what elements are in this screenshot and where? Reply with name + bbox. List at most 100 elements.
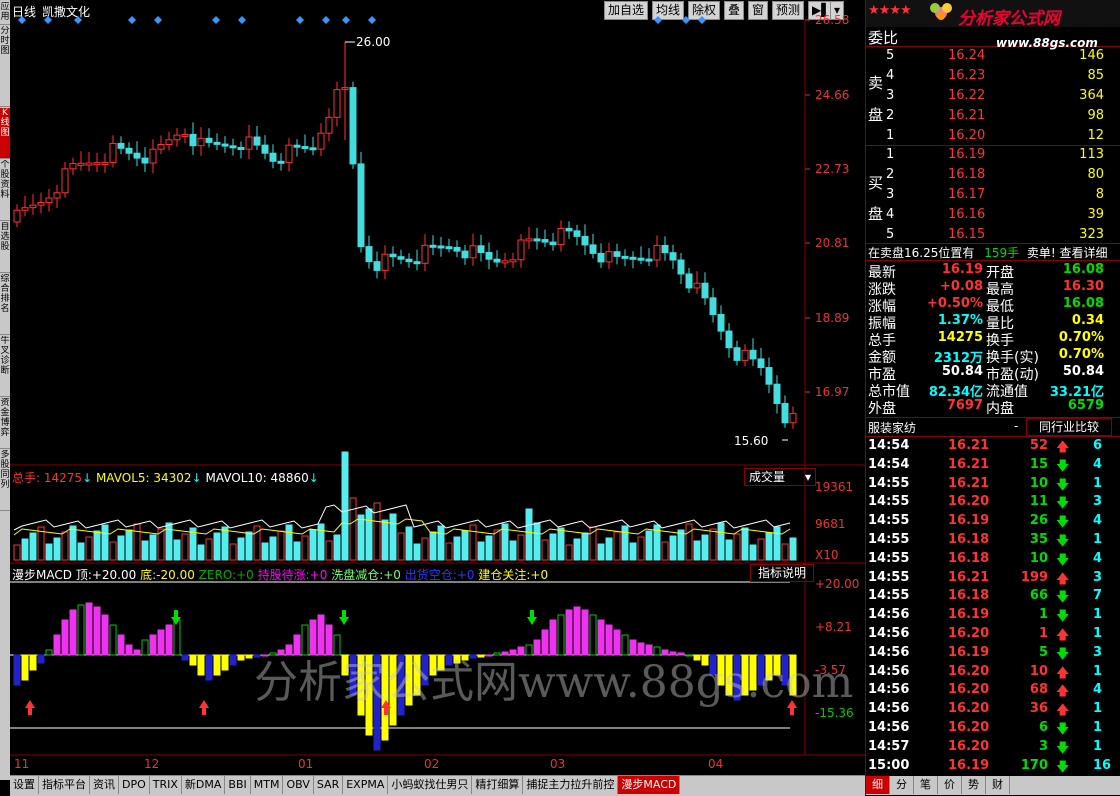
indicator-tab-4[interactable]: TRIX: [150, 776, 182, 794]
volume-bar: [733, 533, 741, 561]
price-axis-label: 26.58: [815, 13, 850, 27]
tick-row: 14:56 16.20 68 🡅 4: [866, 682, 1118, 701]
macd-header: 漫步MACD 顶:+20.00 底:-20.00 ZERO:+0 持股待涨:+0…: [12, 566, 548, 583]
order-price: 16.21: [948, 108, 986, 123]
order-level: 2: [886, 108, 895, 123]
macd-bar: [197, 654, 205, 676]
stat-value: 7697: [946, 398, 983, 413]
buy-order-row[interactable]: 1 16.19 113: [866, 147, 1118, 166]
indicator-tab-12[interactable]: 精打细算: [472, 776, 524, 794]
left-tab-3[interactable]: 个股资料: [0, 160, 10, 221]
detail-tab-4[interactable]: 势: [962, 776, 986, 794]
volume-bar: [53, 537, 61, 561]
stat-value: 14275: [937, 330, 983, 345]
tick-volume: 35: [1029, 532, 1048, 547]
candlestick: [157, 144, 165, 150]
sell-order-row[interactable]: 4 16.23 85: [866, 68, 1118, 87]
tick-volume: 10: [1029, 550, 1048, 566]
left-tab-5[interactable]: 综合排名: [0, 274, 10, 335]
detail-tab-5[interactable]: 财: [986, 776, 1010, 794]
buy-order-row[interactable]: 3 16.17 8: [866, 187, 1118, 206]
volume-bar: [781, 543, 789, 561]
left-tab-7[interactable]: 资金博弈: [0, 398, 10, 449]
tick-price: 16.20: [948, 494, 990, 510]
left-tab-8[interactable]: 多股同列: [0, 450, 10, 511]
signal-diamond-icon: [698, 16, 706, 24]
volume-bar: [325, 540, 333, 561]
indicator-help-button[interactable]: 指标说明: [750, 564, 814, 582]
candlestick: [133, 152, 141, 159]
volume-bar: [525, 508, 533, 561]
indicator-tab-7[interactable]: MTM: [251, 776, 284, 794]
detail-tab-1[interactable]: 分: [890, 776, 914, 794]
volume-bar: [757, 538, 765, 561]
tick-price: 16.18: [948, 532, 990, 547]
tick-time: 15:00: [868, 757, 910, 773]
indicator-tab-11[interactable]: 小蚂蚁找仕男只: [388, 776, 473, 794]
candlestick: [637, 257, 645, 261]
indicator-tab-6[interactable]: BBI: [225, 776, 251, 794]
indicator-tab-13[interactable]: 捕捉主力拉升前控: [523, 776, 619, 794]
sell-order-row[interactable]: 2 16.21 98: [866, 108, 1118, 127]
order-level: 4: [886, 207, 895, 222]
left-tab-0[interactable]: 应用: [0, 2, 10, 25]
sell-order-row[interactable]: 5 16.24 146: [866, 48, 1118, 67]
buy-order-row[interactable]: 4 16.16 39: [866, 207, 1118, 226]
indicator-tab-3[interactable]: DPO: [119, 776, 150, 794]
kline-chart-area[interactable]: 日线 凯撒文化 加自选 均线 除权叠窗预测 ▶▌ ▾ 26.00 15.60 26.58 2…: [10, 0, 865, 775]
left-tab-6[interactable]: 牛叉诊断: [0, 336, 10, 397]
indicator-tab-14[interactable]: 漫步MACD: [618, 776, 681, 794]
compare-industry-button[interactable]: 同行业比较: [1026, 418, 1112, 436]
macd-bar: [173, 619, 181, 656]
stat-value: 16.30: [1062, 279, 1104, 294]
candlestick: [285, 144, 293, 164]
macd-wash-label: 洗盘减仓:: [331, 568, 384, 582]
indicator-tab-0[interactable]: 设置: [10, 776, 39, 794]
volume-indicator-dropdown[interactable]: 成交量 ▾: [744, 468, 816, 486]
indicator-tab-2[interactable]: 资讯: [90, 776, 119, 794]
order-notice[interactable]: 在卖盘16.25位置有 159手 卖单! 查看详细: [868, 244, 1108, 261]
indicator-tab-8[interactable]: OBV: [283, 776, 314, 794]
candlestick: [77, 162, 85, 166]
tick-volume: 52: [1029, 438, 1048, 453]
indicator-tab-9[interactable]: SAR: [314, 776, 344, 794]
volume-bar: [109, 541, 117, 561]
candlestick: [221, 143, 229, 147]
candlestick: [749, 349, 757, 360]
tick-price: 16.20: [948, 626, 990, 641]
left-tab-4[interactable]: 自选股: [0, 222, 10, 273]
order-volume: 80: [1087, 167, 1104, 182]
left-tab-2[interactable]: K线图: [0, 108, 10, 159]
sell-order-row[interactable]: 3 16.22 364: [866, 88, 1118, 107]
indicator-tab-1[interactable]: 指标平台: [39, 776, 90, 794]
macd-bar: [45, 649, 53, 656]
volume-header: 总手: 14275↓ MAVOL5: 34302↓ MAVOL10: 48860…: [12, 471, 319, 485]
order-price: 16.22: [948, 88, 986, 103]
volume-bar: [573, 538, 581, 561]
volume-bar: [117, 535, 125, 561]
candlestick: [725, 330, 733, 349]
candlestick: [741, 349, 749, 361]
signal-diamond-icon: [212, 16, 220, 24]
volume-dropdown-label: 成交量: [749, 470, 786, 484]
buy-order-row[interactable]: 2 16.18 80: [866, 167, 1118, 186]
flower-logo-icon: [926, 0, 956, 26]
stat-label: 内盘: [986, 401, 1014, 417]
mavol5: 34302: [153, 471, 192, 485]
industry-name[interactable]: 服装家纺: [868, 419, 916, 436]
detail-tab-3[interactable]: 价: [938, 776, 962, 794]
volume-bar: [621, 525, 629, 561]
left-tab-1[interactable]: 分时图: [0, 26, 10, 107]
stat-row: 外盘 7697 内盘 6579: [866, 398, 1118, 417]
volume-bar: [413, 543, 421, 561]
volume-total-label: 总手:: [12, 471, 41, 485]
indicator-tab-10[interactable]: EXPMA: [343, 776, 389, 794]
notice-text-a: 在卖盘16.25位置有: [868, 246, 975, 260]
indicator-tab-5[interactable]: 新DMA: [182, 776, 226, 794]
detail-tab-0[interactable]: 细: [866, 776, 890, 794]
detail-tab-2[interactable]: 笔: [914, 776, 938, 794]
volume-bar: [549, 533, 557, 561]
stat-value: 50.84: [1062, 364, 1104, 379]
stat-value: 6579: [1067, 398, 1104, 413]
tick-time: 14:57: [868, 738, 910, 754]
